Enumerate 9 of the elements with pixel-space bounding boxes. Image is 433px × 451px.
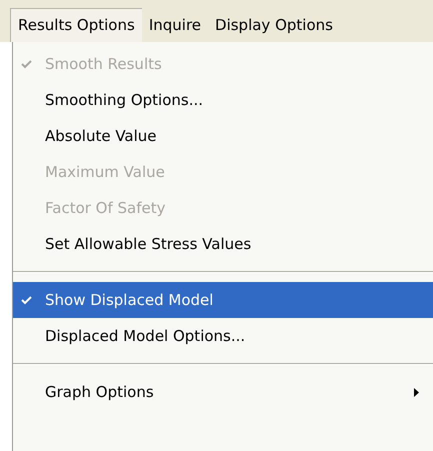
menu-item[interactable]: Absolute Value	[13, 118, 433, 154]
menu-bar-item[interactable]: Results Options	[10, 8, 142, 42]
menu-bar-item[interactable]: Display Options	[208, 8, 340, 42]
menu-item[interactable]: Displaced Model Options...	[13, 318, 433, 354]
menu-item[interactable]: Set Allowable Stress Values	[13, 226, 433, 262]
menu-bar-item[interactable]: Inquire	[142, 8, 208, 42]
menu-item[interactable]: Smoothing Options...	[13, 82, 433, 118]
menu-item[interactable]: Show Displaced Model	[13, 282, 433, 318]
menu-item[interactable]: Graph Options	[13, 374, 433, 410]
